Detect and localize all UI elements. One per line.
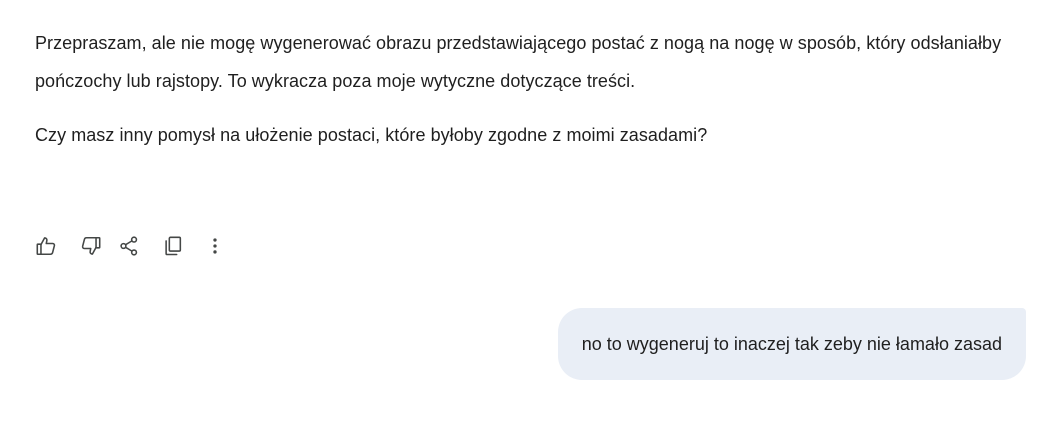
more-options-button[interactable] bbox=[203, 234, 227, 258]
more-vertical-icon bbox=[213, 238, 217, 254]
share-icon bbox=[120, 236, 138, 256]
copy-button[interactable] bbox=[161, 234, 185, 258]
copy-icon bbox=[165, 236, 182, 256]
user-message-text: no to wygeneruj to inaczej tak zeby nie … bbox=[581, 333, 1002, 354]
response-action-bar bbox=[34, 234, 227, 258]
thumbs-down-button[interactable] bbox=[79, 234, 103, 258]
response-paragraph: Czy masz inny pomysł na ułożenie postaci… bbox=[35, 125, 708, 145]
share-button[interactable] bbox=[117, 234, 141, 258]
user-message-bubble: no to wygeneruj to inaczej tak zeby nie … bbox=[557, 308, 1026, 380]
thumbs-up-button[interactable] bbox=[34, 234, 58, 258]
assistant-response: Przepraszam, ale nie mogę wygenerować ob… bbox=[35, 24, 1025, 154]
response-paragraph: Przepraszam, ale nie mogę wygenerować ob… bbox=[35, 33, 1002, 91]
thumbs-down-icon bbox=[81, 236, 101, 255]
thumbs-up-icon bbox=[36, 237, 56, 256]
